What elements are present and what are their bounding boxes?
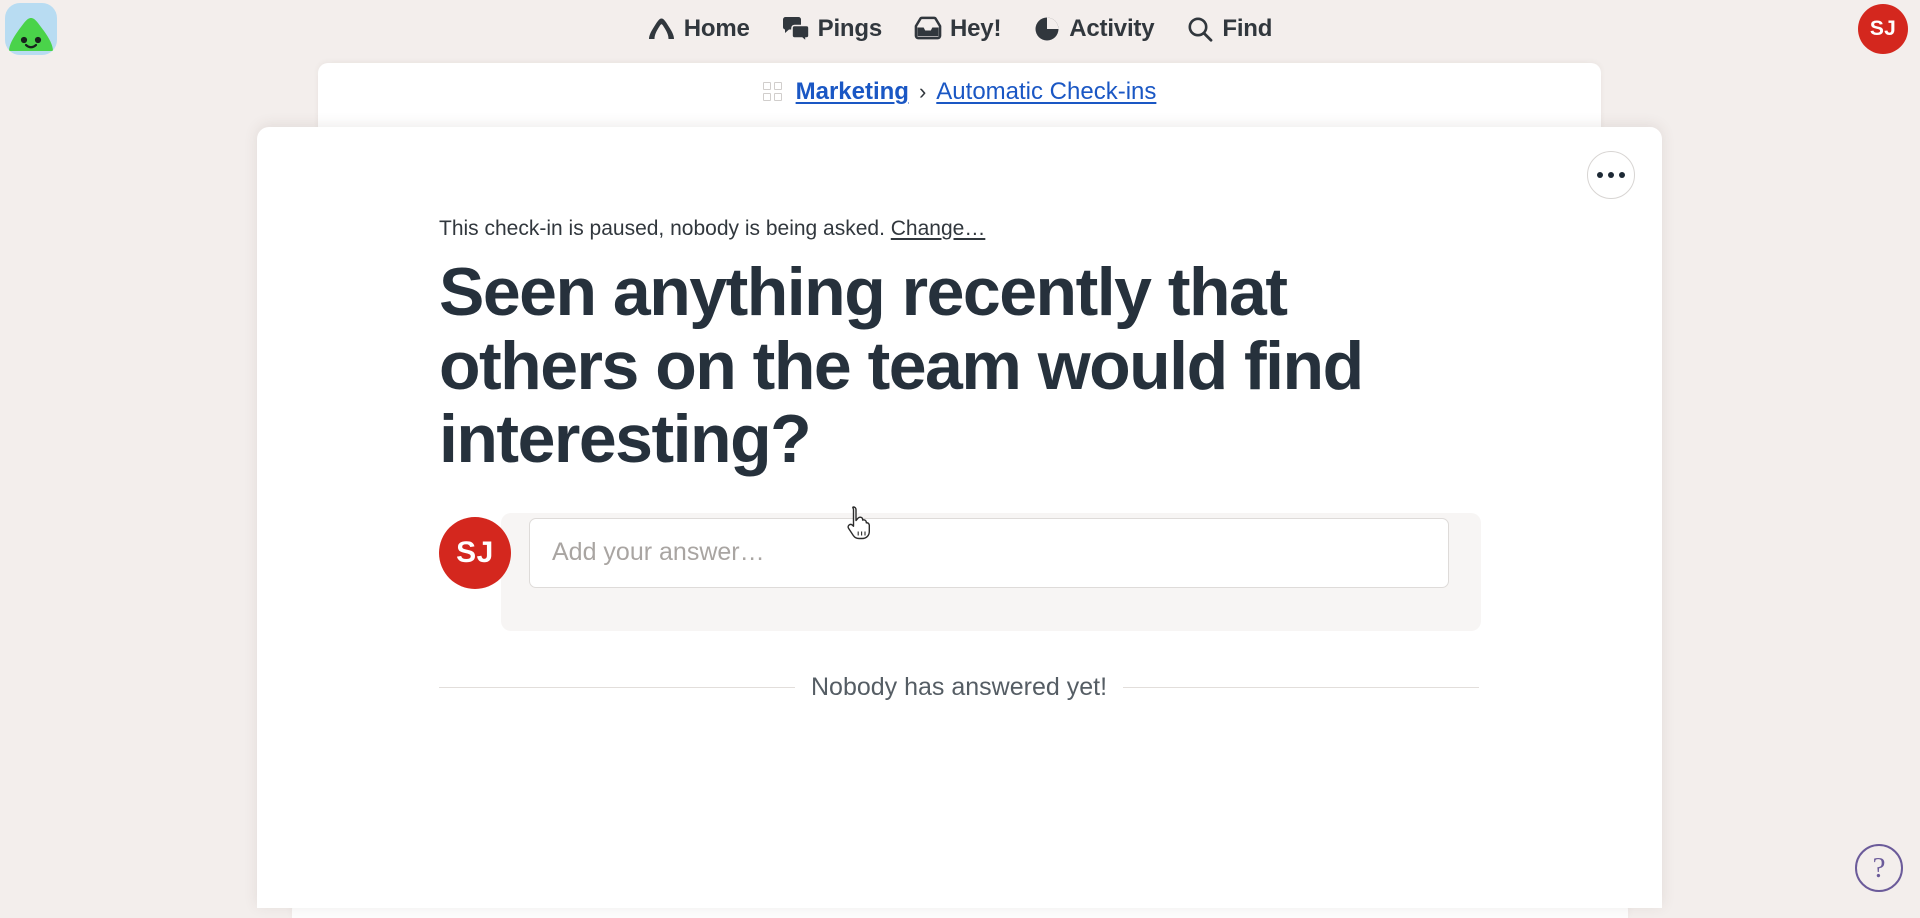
- nav-item-hey-label: Hey!: [950, 17, 1001, 41]
- home-icon: [648, 15, 676, 43]
- checkin-question: Seen anything recently that others on th…: [439, 256, 1449, 476]
- answer-avatar-initials: SJ: [456, 536, 494, 570]
- checkin-card: This check-in is paused, nobody is being…: [257, 127, 1662, 908]
- top-navigation-bar: Home Pings Hey!: [0, 0, 1920, 57]
- chat-bubbles-icon: [782, 15, 810, 43]
- nav-item-pings[interactable]: Pings: [782, 15, 882, 43]
- dot-icon: [1597, 172, 1603, 178]
- answer-avatar: SJ: [439, 517, 511, 589]
- help-button-label: ?: [1873, 852, 1886, 885]
- dot-icon: [1608, 172, 1614, 178]
- nav-item-hey[interactable]: Hey!: [914, 15, 1001, 43]
- nav-item-home-label: Home: [684, 17, 750, 41]
- answer-composer: SJ: [439, 517, 1479, 589]
- inbox-tray-icon: [914, 15, 942, 43]
- nav-item-find-label: Find: [1222, 17, 1272, 41]
- primary-nav-links: Home Pings Hey!: [0, 0, 1920, 57]
- breadcrumb-project-link[interactable]: Marketing: [796, 78, 909, 106]
- nav-item-activity-label: Activity: [1069, 17, 1154, 41]
- account-avatar-initials: SJ: [1870, 17, 1896, 41]
- checkin-status-text: This check-in is paused, nobody is being…: [439, 217, 885, 240]
- magnifier-icon: [1186, 15, 1214, 43]
- empty-state-divider: Nobody has answered yet!: [439, 673, 1479, 702]
- checkin-status: This check-in is paused, nobody is being…: [439, 215, 1479, 242]
- change-schedule-link[interactable]: Change…: [891, 217, 986, 240]
- nav-item-find[interactable]: Find: [1186, 15, 1272, 43]
- breadcrumb-tool-link[interactable]: Automatic Check-ins: [936, 78, 1156, 106]
- pie-clock-icon: [1033, 15, 1061, 43]
- nav-item-pings-label: Pings: [818, 17, 882, 41]
- breadcrumb: Marketing › Automatic Check-ins: [318, 78, 1601, 106]
- divider-rule-left: [439, 687, 795, 688]
- more-options-button[interactable]: [1587, 151, 1635, 199]
- answer-input[interactable]: [529, 518, 1449, 588]
- help-button[interactable]: ?: [1855, 844, 1903, 892]
- grid-squares-icon: [763, 81, 785, 103]
- nav-item-activity[interactable]: Activity: [1033, 15, 1154, 43]
- empty-state-label: Nobody has answered yet!: [811, 673, 1107, 702]
- breadcrumb-separator: ›: [918, 79, 927, 105]
- checkin-content: This check-in is paused, nobody is being…: [439, 215, 1479, 702]
- account-avatar[interactable]: SJ: [1858, 4, 1908, 54]
- dot-icon: [1619, 172, 1625, 178]
- nav-item-home[interactable]: Home: [648, 15, 750, 43]
- divider-rule-right: [1123, 687, 1479, 688]
